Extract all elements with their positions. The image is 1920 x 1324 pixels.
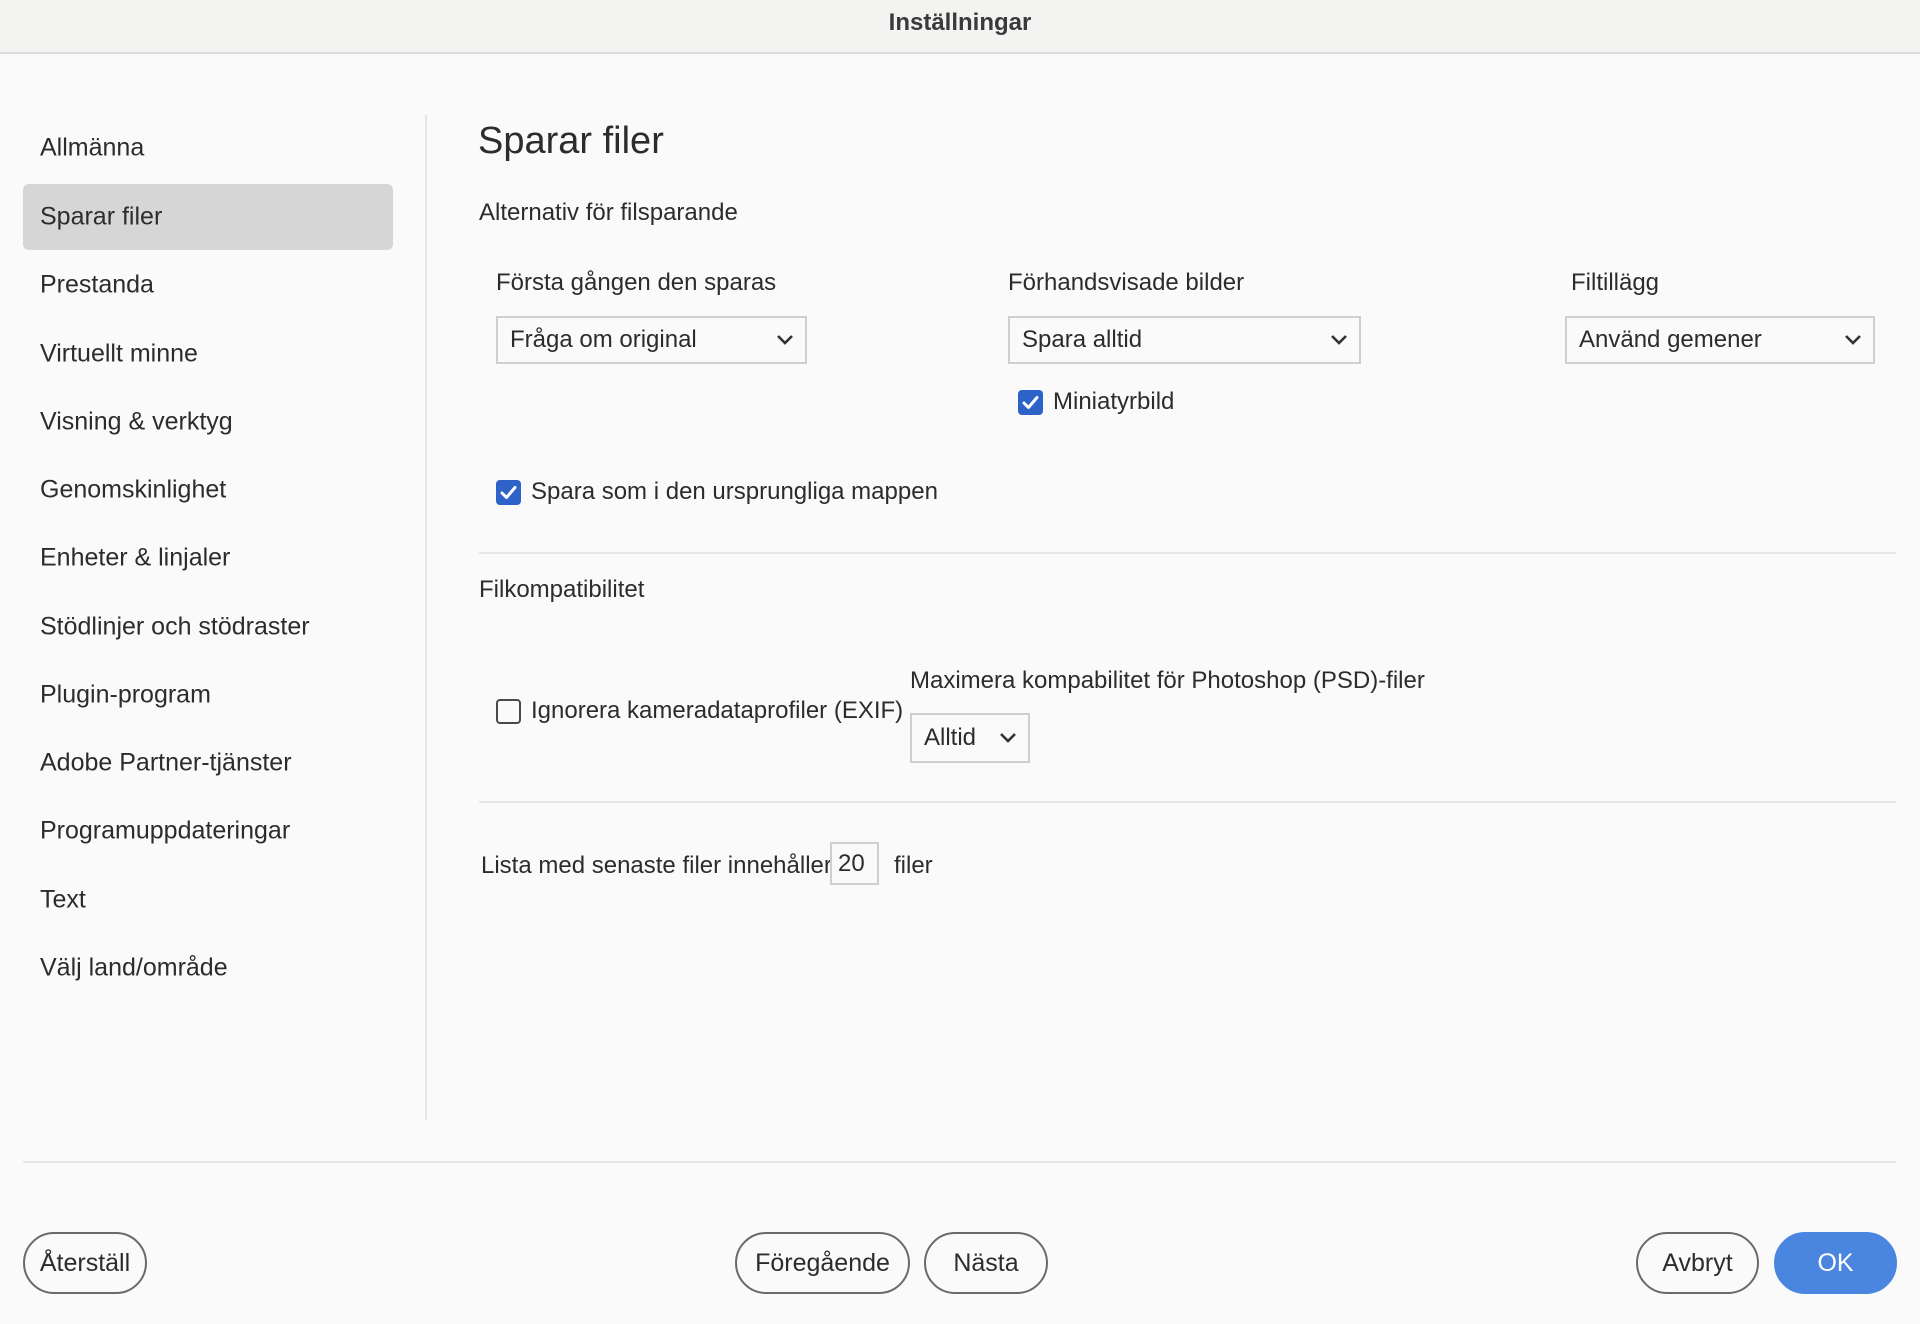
checkmark-icon xyxy=(1022,396,1039,409)
recent-files-count-value: 20 xyxy=(838,849,865,877)
section-divider xyxy=(479,801,1896,803)
section-title-compatibility: Filkompatibilitet xyxy=(479,576,645,603)
first-save-value: Fråga om original xyxy=(510,326,697,353)
sidebar-divider xyxy=(425,115,427,1120)
sidebar-item-adobe-partner[interactable]: Adobe Partner-tjänster xyxy=(23,730,393,796)
sidebar-item-label: Programuppdateringar xyxy=(40,816,291,845)
checkmark-icon xyxy=(500,486,517,499)
sidebar-item-label: Genomskinlighet xyxy=(40,475,227,504)
sidebar-item-prestanda[interactable]: Prestanda xyxy=(23,252,393,318)
previews-select[interactable]: Spara alltid xyxy=(1008,316,1361,364)
section-divider xyxy=(479,552,1896,554)
sidebar-item-label: Virtuellt minne xyxy=(40,339,198,368)
sidebar-item-label: Adobe Partner-tjänster xyxy=(40,748,292,777)
page-title: Sparar filer xyxy=(478,120,664,162)
previews-value: Spara alltid xyxy=(1022,326,1143,353)
sidebar-item-label: Text xyxy=(40,885,86,914)
first-save-label: Första gången den sparas xyxy=(496,269,777,296)
save-as-original-folder-checkbox[interactable] xyxy=(496,480,521,505)
previous-button[interactable]: Föregående xyxy=(735,1232,910,1294)
chevron-down-icon xyxy=(777,335,793,345)
sidebar-item-label: Stödlinjer och stödraster xyxy=(40,612,310,641)
sidebar-item-plugin-program[interactable]: Plugin-program xyxy=(23,662,393,728)
extension-select[interactable]: Använd gemener xyxy=(1565,316,1875,364)
recent-files-suffix: filer xyxy=(894,852,933,879)
chevron-down-icon xyxy=(1331,335,1347,345)
title-bar: Inställningar xyxy=(0,0,1920,54)
recent-files-count-input[interactable]: 20 xyxy=(830,842,879,885)
section-title-save-options: Alternativ för filsparande xyxy=(479,199,738,226)
sidebar-item-sparar-filer[interactable]: Sparar filer xyxy=(23,184,393,250)
cancel-button[interactable]: Avbryt xyxy=(1636,1232,1759,1294)
ignore-exif-label: Ignorera kameradataprofiler (EXIF) xyxy=(531,697,904,724)
sidebar-item-label: Visning & verktyg xyxy=(40,407,233,436)
maximize-psd-select[interactable]: Alltid xyxy=(910,713,1030,763)
ok-button[interactable]: OK xyxy=(1774,1232,1897,1294)
footer-divider xyxy=(23,1161,1896,1163)
next-button[interactable]: Nästa xyxy=(924,1232,1048,1294)
sidebar-item-label: Enheter & linjaler xyxy=(40,543,231,572)
sidebar-item-virtuellt-minne[interactable]: Virtuellt minne xyxy=(23,321,393,387)
sidebar-item-genomskinlighet[interactable]: Genomskinlighet xyxy=(23,457,393,523)
sidebar-item-label: Plugin-program xyxy=(40,680,211,709)
thumbnail-checkbox[interactable] xyxy=(1018,390,1043,415)
sidebar-item-label: Välj land/område xyxy=(40,953,228,982)
sidebar-item-label: Sparar filer xyxy=(40,202,163,231)
ignore-exif-checkbox[interactable] xyxy=(496,699,521,724)
previews-label: Förhandsvisade bilder xyxy=(1008,269,1245,296)
reset-button[interactable]: Återställ xyxy=(23,1232,147,1294)
sidebar-item-programuppdateringar[interactable]: Programuppdateringar xyxy=(23,798,393,864)
sidebar-item-stodlinjer[interactable]: Stödlinjer och stödraster xyxy=(23,594,393,660)
sidebar-item-valj-land[interactable]: Välj land/område xyxy=(23,935,393,1001)
maximize-psd-label: Maximera kompabilitet för Photoshop (PSD… xyxy=(910,667,1425,694)
maximize-psd-value: Alltid xyxy=(924,724,977,751)
chevron-down-icon xyxy=(1845,335,1861,345)
sidebar-item-visning-verktyg[interactable]: Visning & verktyg xyxy=(23,389,393,455)
sidebar-item-text[interactable]: Text xyxy=(23,867,393,933)
sidebar-item-enheter-linjaler[interactable]: Enheter & linjaler xyxy=(23,525,393,591)
extension-value: Använd gemener xyxy=(1579,326,1762,353)
sidebar-item-label: Prestanda xyxy=(40,270,154,299)
save-as-original-folder-label: Spara som i den ursprungliga mappen xyxy=(531,478,938,505)
window-title: Inställningar xyxy=(888,9,1032,36)
first-save-select[interactable]: Fråga om original xyxy=(496,316,807,364)
recent-files-prefix: Lista med senaste filer innehåller xyxy=(481,852,832,879)
chevron-down-icon xyxy=(1000,733,1016,743)
extension-label: Filtillägg xyxy=(1571,269,1660,296)
sidebar-item-label: Allmänna xyxy=(40,133,145,162)
thumbnail-label: Miniatyrbild xyxy=(1053,388,1175,415)
sidebar-item-allmanna[interactable]: Allmänna xyxy=(23,115,393,181)
